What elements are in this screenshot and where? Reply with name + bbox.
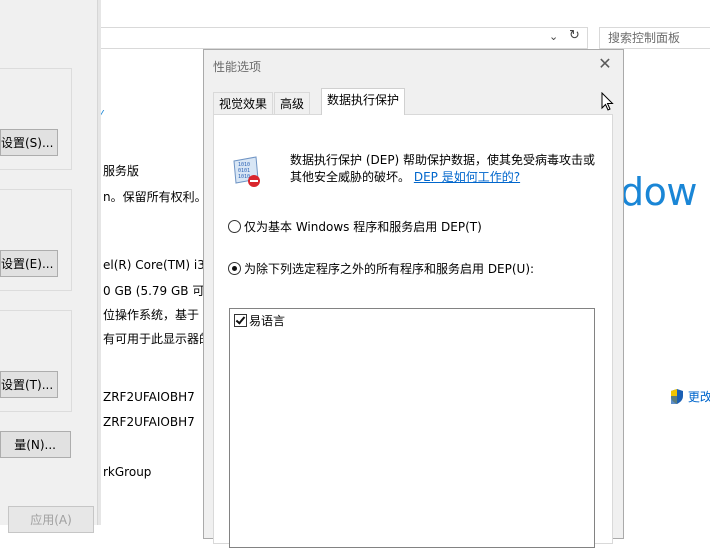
dialog-edge: [97, 0, 101, 525]
address-bar[interactable]: ⌄ ↻: [101, 27, 588, 49]
checkbox[interactable]: [234, 314, 247, 327]
startup-settings-button[interactable]: 设置(T)...: [0, 371, 58, 398]
radio-essential-only[interactable]: 仅为基本 Windows 程序和服务启用 DEP(T): [228, 218, 482, 235]
shield-icon: [671, 389, 683, 404]
radio-button-selected[interactable]: [228, 262, 241, 275]
tab-dep[interactable]: 数据执行保护: [321, 88, 406, 115]
search-input[interactable]: 搜索控制面板: [599, 27, 710, 49]
dep-description: 数据执行保护 (DEP) 帮助保护数据，使其免受病毒攻击或其他安全威胁的破坏。 …: [290, 152, 600, 186]
radio-button[interactable]: [228, 220, 241, 233]
windows-logo-text: dow: [620, 170, 697, 214]
system-info-text: 位操作系统，基于 x: [103, 308, 210, 322]
tab-visual-effects[interactable]: 视觉效果: [213, 92, 274, 114]
radio-all-except[interactable]: 为除下列选定程序之外的所有程序和服务启用 DEP(U):: [228, 260, 534, 277]
performance-options-dialog: 性能选项 ✕ 视觉效果 高级 数据执行保护 1010 0101 1010 数据执…: [203, 49, 624, 548]
computer-full-name-text: ZRF2UFAIOBH7: [103, 415, 195, 429]
program-exception-list[interactable]: 易语言: [229, 308, 595, 548]
computer-name-text: ZRF2UFAIOBH7: [103, 390, 195, 404]
environment-variables-button[interactable]: 量(N)...: [0, 431, 71, 458]
system-info-text: n。保留所有权利。: [103, 190, 207, 204]
change-link-label: 更改: [687, 390, 710, 404]
performance-settings-button[interactable]: 设置(S)...: [0, 129, 58, 156]
mouse-cursor-icon: [601, 92, 614, 111]
radio-label: 仅为基本 Windows 程序和服务启用 DEP(T): [244, 220, 482, 234]
svg-text:1010: 1010: [238, 174, 250, 180]
chevron-down-icon[interactable]: ⌄: [549, 30, 558, 43]
system-properties-dialog: 设置(S)... 设置(E)... 设置(T)... 量(N)... 应用(A): [0, 0, 101, 533]
list-item[interactable]: 易语言: [234, 312, 285, 329]
dep-shield-icon: 1010 0101 1010: [233, 156, 260, 187]
system-info-text: 0 GB (5.79 GB 可用: [103, 284, 217, 298]
refresh-icon[interactable]: ↻: [569, 28, 580, 43]
dep-help-link[interactable]: DEP 是如何工作的?: [414, 170, 520, 184]
change-settings-link[interactable]: 更改: [670, 388, 710, 405]
dep-tab-panel: 1010 0101 1010 数据执行保护 (DEP) 帮助保护数据，使其免受病…: [213, 114, 613, 548]
workgroup-text: rkGroup: [103, 465, 152, 479]
close-icon[interactable]: ✕: [595, 54, 615, 73]
program-name: 易语言: [249, 314, 286, 328]
user-profiles-settings-button[interactable]: 设置(E)...: [0, 250, 58, 277]
dialog-title: 性能选项: [213, 60, 262, 74]
tab-advanced[interactable]: 高级: [274, 92, 311, 114]
system-info-text: 服务版: [103, 164, 140, 178]
radio-label: 为除下列选定程序之外的所有程序和服务启用 DEP(U):: [244, 262, 535, 276]
system-info-text: el(R) Core(TM) i3 C: [103, 258, 218, 272]
apply-button[interactable]: 应用(A): [8, 506, 94, 533]
